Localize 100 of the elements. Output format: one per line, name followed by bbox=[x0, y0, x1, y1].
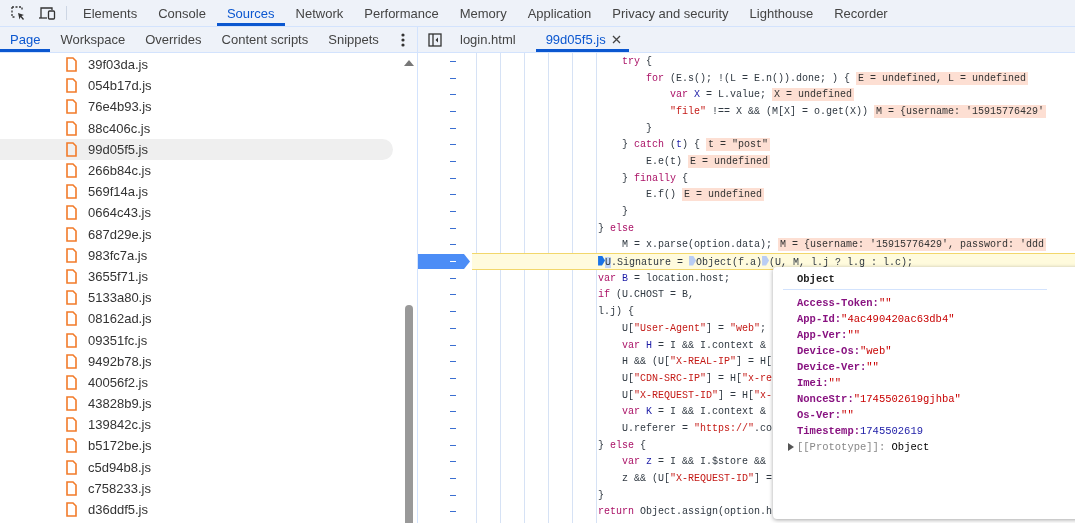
line-marker[interactable] bbox=[450, 110, 456, 112]
property-row-text: App-Id:"4ac490420ac63db4" bbox=[797, 312, 956, 327]
property-row-text: Device-Os:"web" bbox=[797, 344, 893, 359]
line-marker[interactable] bbox=[450, 94, 456, 96]
line-marker[interactable] bbox=[450, 211, 456, 213]
navigator-tab[interactable]: Workspace bbox=[50, 27, 136, 52]
line-marker[interactable] bbox=[450, 377, 456, 379]
line-marker[interactable] bbox=[450, 194, 456, 196]
expand-triangle-icon[interactable] bbox=[788, 443, 794, 451]
property-row-text: Access-Token:"" bbox=[797, 296, 893, 311]
file-icon bbox=[66, 205, 77, 221]
line-marker[interactable] bbox=[450, 478, 456, 480]
line-marker[interactable] bbox=[450, 77, 456, 79]
code-line: } else bbox=[597, 222, 635, 234]
property-row-text: Os-Ver:"" bbox=[797, 408, 855, 423]
navigator-tab[interactable]: Page bbox=[0, 27, 51, 52]
code-line: if (U.CHOST = B, bbox=[597, 289, 695, 301]
file-tree-item[interactable]: 09351fc.js bbox=[0, 329, 393, 351]
file-tree-item[interactable]: 983fc7a.js bbox=[0, 244, 393, 266]
file-tree-item[interactable]: 99d05f5.js bbox=[0, 138, 393, 160]
code-line: U.Signature = Object(f.a) (U, M, l.j ? l.g : l.c); bbox=[478, 255, 914, 268]
file-tree-item[interactable]: 687d29e.js bbox=[0, 223, 393, 245]
file-tab[interactable]: 99d05f5.js bbox=[535, 27, 629, 52]
step-marker-icon[interactable] bbox=[689, 255, 697, 266]
file-tree-item[interactable]: 0664c43.js bbox=[0, 202, 393, 224]
file-tree-item[interactable]: c758233.js bbox=[0, 477, 393, 499]
panel-tab[interactable]: Recorder bbox=[824, 0, 898, 26]
line-marker[interactable] bbox=[450, 327, 456, 329]
line-marker[interactable] bbox=[450, 227, 456, 229]
file-tree-item[interactable]: d36ddf5.js bbox=[0, 498, 393, 521]
file-tree-item[interactable]: 76e4b93.js bbox=[0, 96, 393, 118]
property-row-text: Timestemp:1745502619 bbox=[797, 424, 925, 439]
line-marker[interactable] bbox=[450, 361, 456, 363]
file-tree-item[interactable]: 266b84c.js bbox=[0, 159, 393, 182]
code-line: M = x.parse(option.data); bbox=[621, 239, 773, 251]
file-icon bbox=[66, 290, 77, 306]
file-tree-item[interactable]: 5133a80.js bbox=[0, 287, 393, 309]
navigator-tab[interactable]: Overrides bbox=[135, 27, 212, 52]
file-icon bbox=[66, 184, 77, 200]
navigator-tab[interactable]: Snippets bbox=[318, 27, 389, 52]
panel-tab[interactable]: Application bbox=[517, 0, 602, 26]
panel-tab[interactable]: Lighthouse bbox=[739, 0, 824, 26]
navigator-tab[interactable]: Content scripts bbox=[211, 27, 319, 52]
file-tree-item[interactable]: 43828b9.js bbox=[0, 393, 393, 415]
panel-tab[interactable]: Memory bbox=[449, 0, 517, 26]
scroll-up-icon[interactable] bbox=[404, 59, 414, 66]
panel-tab[interactable]: Network bbox=[285, 0, 354, 26]
file-icon bbox=[66, 99, 77, 115]
line-marker[interactable] bbox=[450, 344, 456, 346]
line-marker[interactable] bbox=[450, 127, 456, 129]
file-tree-item[interactable]: 569f14a.js bbox=[0, 181, 393, 203]
line-marker[interactable] bbox=[450, 394, 456, 396]
step-marker-icon[interactable] bbox=[598, 255, 606, 266]
file-tree-item[interactable]: 3655f71.js bbox=[0, 265, 393, 288]
popover-title: Object bbox=[783, 273, 1047, 290]
code-line: var B = location.host; bbox=[597, 272, 731, 284]
code-line: U["User-Agent"] = "web"; bbox=[621, 322, 767, 334]
file-tab[interactable]: login.html bbox=[450, 27, 536, 52]
file-icon bbox=[66, 226, 77, 242]
line-marker[interactable] bbox=[450, 177, 456, 179]
line-marker[interactable] bbox=[450, 144, 456, 146]
file-icon bbox=[66, 311, 77, 327]
code-line: U["X-REQUEST-ID"] = H["x- bbox=[621, 389, 773, 401]
line-marker[interactable] bbox=[450, 411, 456, 413]
file-tree-item[interactable]: 054b17d.js bbox=[0, 75, 393, 97]
file-tree-item[interactable]: 88c406c.js bbox=[0, 117, 393, 139]
file-icon bbox=[66, 268, 77, 284]
step-marker-icon[interactable] bbox=[762, 255, 770, 266]
file-tree-item[interactable]: 40056f2.js bbox=[0, 371, 393, 393]
line-marker[interactable] bbox=[450, 60, 456, 62]
file-icon bbox=[66, 78, 77, 94]
file-icon bbox=[66, 120, 77, 136]
file-tree-item[interactable]: 9492b78.js bbox=[0, 350, 393, 372]
line-marker[interactable] bbox=[450, 311, 456, 313]
line-marker[interactable] bbox=[450, 511, 456, 513]
property-row[interactable]: [[Prototype]]: Object bbox=[797, 441, 930, 453]
file-tree-item[interactable]: b5172be.js bbox=[0, 435, 393, 457]
file-tree-item[interactable]: 39f03da.js bbox=[0, 54, 393, 76]
line-marker[interactable] bbox=[450, 461, 456, 463]
file-icon bbox=[66, 57, 77, 73]
line-marker[interactable] bbox=[450, 294, 456, 296]
line-marker[interactable] bbox=[450, 444, 456, 446]
file-tree-item[interactable]: c5d94b8.js bbox=[0, 456, 393, 478]
line-marker[interactable] bbox=[450, 160, 456, 162]
line-marker[interactable] bbox=[450, 277, 456, 279]
code-line: var z = I && I.$store && bbox=[621, 456, 767, 468]
file-tree-item[interactable]: 08162ad.js bbox=[0, 308, 393, 330]
panel-tab[interactable]: Elements bbox=[73, 0, 148, 26]
panel-tab[interactable]: Console bbox=[148, 0, 216, 26]
panel-tab[interactable]: Privacy and security bbox=[602, 0, 739, 26]
property-row-text: App-Ver:"" bbox=[797, 328, 862, 343]
close-icon[interactable] bbox=[611, 35, 621, 44]
code-line: H && (U["X-REAL-IP"] = H[ bbox=[621, 356, 773, 368]
line-marker[interactable] bbox=[450, 244, 456, 246]
line-marker[interactable] bbox=[450, 494, 456, 496]
inline-value: M = {username: '15915776429' bbox=[874, 104, 1047, 118]
code-line: for (E.s(); !(L = E.n()).done; ) { bbox=[645, 72, 851, 84]
line-marker[interactable] bbox=[450, 427, 456, 429]
file-tree-item[interactable]: 139842c.js bbox=[0, 414, 393, 436]
panel-tab[interactable]: Performance bbox=[354, 0, 449, 26]
